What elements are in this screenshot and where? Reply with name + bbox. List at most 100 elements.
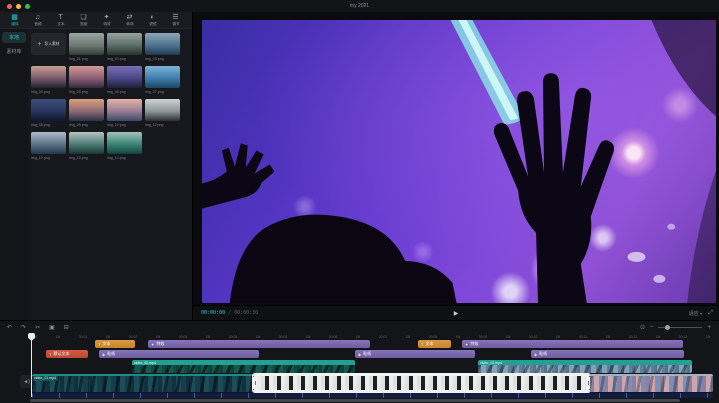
redo-icon[interactable]: ↷ [21, 324, 26, 331]
ruler-tick: 00:02 [129, 334, 138, 338]
media-item[interactable]: img_14.png [107, 132, 142, 165]
asset-type-toolbar: ▦媒体♫音频T文本❏贴纸✦特效⇄转场◐滤镜☰调节 [0, 12, 192, 29]
media-caption: img_14.png [107, 154, 139, 161]
project-title: my 2021 [0, 3, 719, 9]
tool-filter[interactable]: ◐滤镜 [142, 14, 163, 26]
tool-audio[interactable]: ♫音频 [27, 14, 48, 26]
zoom-out-icon[interactable]: − [650, 324, 654, 331]
undo-icon[interactable]: ↶ [7, 324, 12, 331]
ruler-tick: 00:12 [629, 334, 638, 338]
media-caption: img_05.png [69, 88, 101, 95]
zoom-in-icon[interactable]: + [707, 325, 711, 331]
media-item[interactable]: img_01.png [69, 33, 104, 66]
media-thumbnail[interactable] [145, 33, 180, 55]
media-item[interactable]: img_11.png [145, 99, 180, 132]
timeline-clip-overlay-blue[interactable]: video_03.mp4 [478, 360, 692, 373]
media-thumbnail[interactable] [107, 33, 142, 55]
nav-item-library[interactable]: 素材库 [2, 46, 26, 57]
media-caption: img_02.png [107, 55, 139, 62]
ruler-tick: 00:13 [679, 334, 688, 338]
ruler-tick: 15f [606, 334, 611, 338]
timeline-clip-purple[interactable]: ◈贴纸 [99, 350, 259, 358]
media-item[interactable]: img_12.png [31, 132, 66, 165]
tool-text[interactable]: T文本 [50, 14, 71, 26]
media-item[interactable]: img_07.png [145, 66, 180, 99]
timeline-clip-purple[interactable]: ◈贴纸 [355, 350, 475, 358]
media-thumbnail[interactable] [145, 66, 180, 88]
media-item[interactable]: img_03.png [145, 33, 180, 66]
media-caption: img_06.png [107, 88, 139, 95]
tool-effects[interactable]: ✦特效 [96, 14, 117, 26]
timeline-clip-red[interactable]: T默认文本 [46, 350, 88, 358]
tool-label: 文本 [57, 21, 64, 26]
clip-label: 特效 [156, 341, 164, 347]
mask-icon[interactable]: ▣ [49, 324, 55, 331]
ruler-tick: 00:11 [579, 334, 587, 338]
media-thumbnail[interactable] [107, 132, 142, 154]
media-item[interactable]: img_04.png [31, 66, 66, 99]
timeline-zoom-slider[interactable] [658, 327, 702, 328]
chevron-down-icon: ▾ [700, 311, 702, 316]
media-thumbnail[interactable] [145, 99, 180, 121]
text-icon: T [58, 14, 62, 21]
ruler-tick: 00:05 [279, 334, 288, 338]
timecode: 00:00:00 / 00:00:30 [201, 310, 258, 316]
audio-icon: ♫ [35, 14, 40, 21]
ruler-tick: 00:09 [479, 334, 488, 338]
media-item[interactable]: img_08.png [31, 99, 66, 132]
clip-type-icon: ✦ [151, 342, 154, 347]
playhead-line [31, 334, 32, 397]
timeline-clip-video-sunset[interactable] [590, 374, 713, 392]
media-item[interactable]: img_13.png [69, 132, 104, 165]
timeline-horizontal-scrollbar[interactable] [30, 399, 680, 402]
ruler-tick: 00:01 [79, 334, 88, 338]
media-thumbnail[interactable] [69, 66, 104, 88]
media-item[interactable]: img_06.png [107, 66, 142, 99]
delete-icon[interactable]: ⊟ [64, 324, 69, 331]
timeline-clip-orange[interactable]: T文本 [418, 340, 451, 348]
clip-label: 文本 [102, 341, 110, 347]
fit-ratio-dropdown[interactable]: 适应 ▾ [689, 310, 702, 317]
media-item[interactable]: img_09.png [69, 99, 104, 132]
snap-icon[interactable]: ⊙ [640, 324, 645, 331]
timeline-clip-purple[interactable]: ✦特效 [462, 340, 683, 348]
tool-transition[interactable]: ⇄转场 [119, 14, 140, 26]
import-media-button[interactable]: + 导入素材 [31, 33, 66, 55]
timeline-clip-purple[interactable]: ✦特效 [148, 340, 370, 348]
media-thumbnail[interactable] [31, 66, 66, 88]
audio-track-clip[interactable] [32, 393, 713, 398]
timeline-clip-video-light[interactable] [253, 374, 590, 392]
trim-handle-left[interactable] [253, 376, 257, 390]
clip-name: video_01.mp4 [32, 376, 58, 381]
timeline-clip-video-dark[interactable]: video_01.mp4 [32, 374, 253, 392]
split-icon[interactable]: ✂ [35, 324, 40, 331]
timeline-clip-overlay-dark[interactable]: video_02.mp4 [132, 360, 355, 373]
media-thumbnail[interactable] [69, 33, 104, 55]
clip-type-icon: T [49, 352, 51, 357]
media-item[interactable]: img_05.png [69, 66, 104, 99]
clip-label: 贴纸 [539, 351, 547, 357]
tool-media[interactable]: ▦媒体 [4, 14, 25, 26]
timeline-clip-purple[interactable]: ◈贴纸 [531, 350, 684, 358]
ruler-tick: 15f [156, 334, 161, 338]
nav-item-local[interactable]: 本地 [2, 32, 26, 43]
timeline-clip-orange[interactable]: T文本 [95, 340, 135, 348]
fullscreen-icon[interactable]: ⤢ [708, 310, 713, 317]
media-thumbnail[interactable] [69, 132, 104, 154]
media-thumbnail[interactable] [107, 99, 142, 121]
current-time: 00:00:00 [201, 310, 225, 316]
ruler-tick: 15f [206, 334, 211, 338]
play-button[interactable]: ▶ [454, 310, 459, 317]
media-thumbnail[interactable] [31, 132, 66, 154]
transition-icon: ⇄ [127, 14, 133, 21]
tool-sticker[interactable]: ❏贴纸 [73, 14, 94, 26]
zoom-slider-knob[interactable] [665, 325, 670, 330]
media-thumbnail[interactable] [107, 66, 142, 88]
timeline-toolbar-right: ⊙− + [640, 324, 711, 331]
media-item[interactable]: img_02.png [107, 33, 142, 66]
media-item[interactable]: img_10.png [107, 99, 142, 132]
ruler-tick: 00:04 [229, 334, 238, 338]
media-thumbnail[interactable] [69, 99, 104, 121]
tool-adjust[interactable]: ☰调节 [165, 14, 186, 26]
media-thumbnail[interactable] [31, 99, 66, 121]
